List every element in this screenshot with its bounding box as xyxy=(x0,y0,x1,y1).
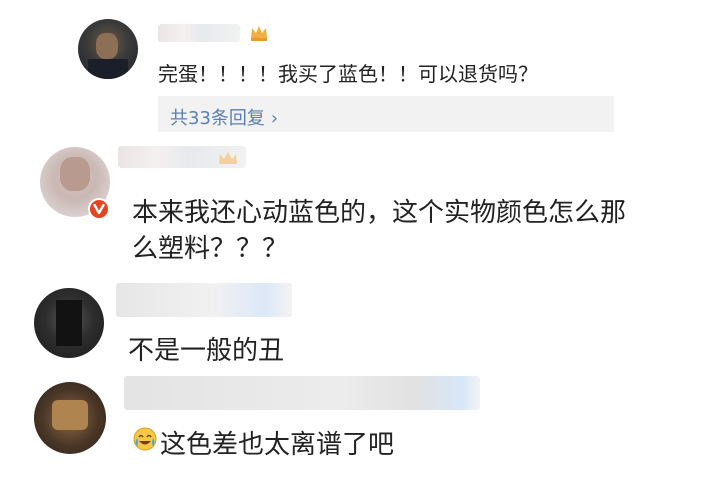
verified-v-badge-icon xyxy=(88,198,110,220)
replies-box[interactable]: 共33条回复 › xyxy=(158,96,614,132)
avatar[interactable] xyxy=(34,288,104,358)
comment-text: 这色差也太离谱了吧 xyxy=(160,430,395,460)
view-replies-link[interactable]: 共33条回复 › xyxy=(170,104,278,130)
comment-text-line-2: 么塑料？？？ xyxy=(132,234,289,264)
username[interactable] xyxy=(116,283,292,317)
comment-text-line-1: 本来我还心动蓝色的，这个实物颜色怎么那 xyxy=(132,198,627,228)
crying-laughing-emoji-icon xyxy=(133,427,157,451)
chevron-right-icon: › xyxy=(270,108,279,129)
avatar[interactable] xyxy=(78,19,138,79)
comment-text: 不是一般的丑 xyxy=(128,336,285,366)
avatar[interactable] xyxy=(34,382,106,454)
username[interactable] xyxy=(158,24,240,42)
crown-badge-icon xyxy=(251,26,267,41)
replies-count: 共33条回复 xyxy=(170,108,265,129)
username[interactable] xyxy=(124,376,480,410)
crown-badge-icon xyxy=(219,152,237,164)
comment-text: 完蛋！！！！我买了蓝色！！可以退货吗？ xyxy=(158,62,538,86)
